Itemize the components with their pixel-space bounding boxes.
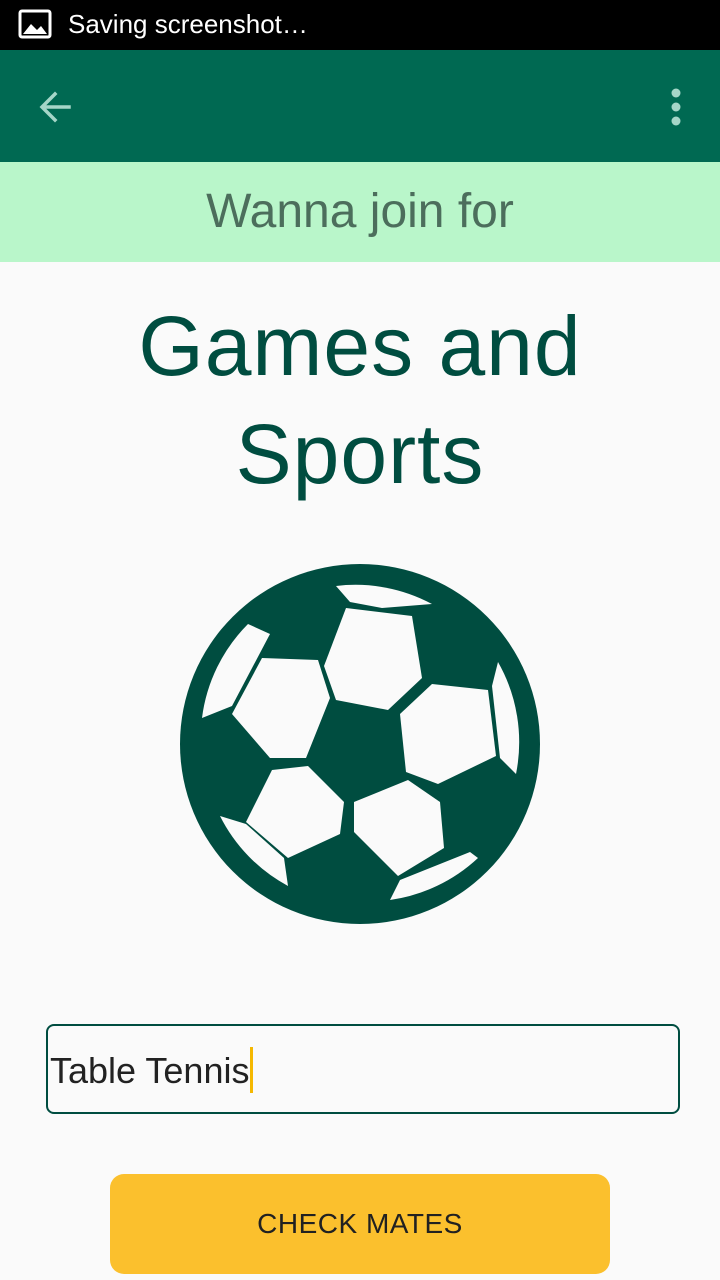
- app-bar: [0, 50, 720, 162]
- soccer-ball-icon: [180, 564, 540, 924]
- check-mates-label: CHECK MATES: [257, 1208, 463, 1239]
- banner-text: Wanna join for: [206, 185, 514, 238]
- sport-input[interactable]: Table Tennis: [46, 1024, 680, 1114]
- screen: Saving screenshot… Wanna join for Games …: [0, 0, 720, 1280]
- join-banner: Wanna join for: [0, 162, 720, 262]
- status-text: Saving screenshot…: [68, 9, 308, 39]
- check-mates-button[interactable]: CHECK MATES: [110, 1174, 610, 1274]
- image-icon: [18, 9, 52, 39]
- title-line-2: Sports: [235, 407, 485, 501]
- back-button[interactable]: [26, 78, 84, 136]
- sport-input-value: Table Tennis: [50, 1047, 254, 1096]
- more-vert-icon: [671, 88, 681, 126]
- arrow-back-icon: [39, 91, 71, 123]
- page-title: Games and Sports: [40, 292, 680, 508]
- text-caret: [250, 1047, 254, 1094]
- title-line-1: Games and: [138, 299, 582, 393]
- status-bar: Saving screenshot…: [0, 0, 720, 50]
- overflow-menu-button[interactable]: [650, 78, 702, 136]
